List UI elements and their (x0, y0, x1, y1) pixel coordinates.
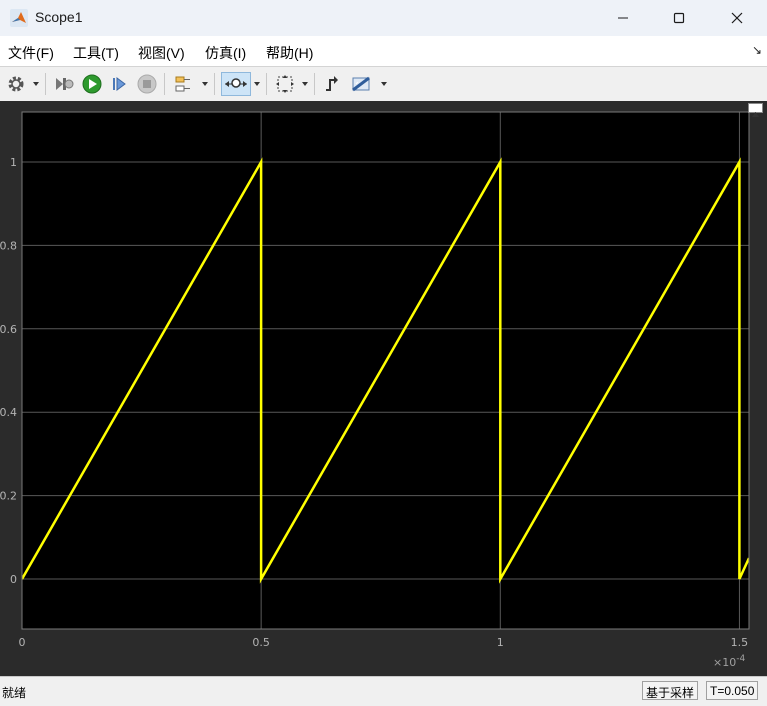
minimize-icon (618, 17, 628, 19)
y-tick-label: 0 (10, 573, 17, 586)
stop-button[interactable] (135, 72, 159, 96)
menu-simulation[interactable]: 仿真(I) (205, 43, 246, 63)
menu-file[interactable]: 文件(F) (8, 43, 54, 63)
stop-icon (137, 74, 157, 94)
x-tick-label: 1 (497, 636, 504, 649)
scope-display: 0 0.2 0.4 0.6 0.8 1 0 0.5 1 1.5 ×10-4 (0, 101, 767, 676)
y-tick-label: 0.8 (0, 239, 17, 252)
close-icon (731, 12, 743, 24)
fit-dropdown-icon[interactable] (302, 82, 308, 86)
toolbar-separator (214, 73, 215, 95)
matlab-logo-icon (10, 9, 28, 27)
y-tick-label: 0.6 (0, 323, 17, 336)
settings-icon (8, 76, 24, 92)
triggers-button[interactable] (321, 72, 345, 96)
y-tick-label: 1 (10, 156, 17, 169)
menu-help[interactable]: 帮助(H) (266, 43, 313, 63)
undock-icon (752, 112, 759, 117)
highlight-button[interactable] (172, 72, 196, 96)
triggers-icon (326, 76, 338, 91)
x-tick-label: 0.5 (252, 636, 270, 649)
toolbar-separator (164, 73, 165, 95)
toolbar-separator (266, 73, 267, 95)
toolbar (0, 66, 767, 102)
settings-button[interactable] (4, 72, 28, 96)
undock-button[interactable] (748, 103, 763, 117)
x-tick-label: 1.5 (731, 636, 749, 649)
measurements-button[interactable] (350, 72, 374, 96)
maximize-icon (673, 12, 685, 24)
x-tick-label: 0 (19, 636, 26, 649)
status-bar: 就绪 基于采样 T=0.050 (0, 676, 767, 706)
settings-dropdown-icon[interactable] (33, 82, 39, 86)
step-forward-icon (113, 77, 126, 91)
minimize-button[interactable] (600, 0, 646, 36)
menu-bar: 文件(F) 工具(T) 视图(V) 仿真(I) 帮助(H) ↘ (0, 36, 767, 66)
highlight-dropdown-icon[interactable] (202, 82, 208, 86)
sim-time: T=0.050 (706, 681, 759, 700)
sample-mode: 基于采样 (642, 681, 699, 700)
x-multiplier: ×10-4 (713, 654, 745, 669)
maximize-button[interactable] (656, 0, 702, 36)
menu-view[interactable]: 视图(V) (138, 43, 185, 63)
measurements-icon (352, 76, 370, 92)
menu-tools[interactable]: 工具(T) (73, 43, 119, 63)
measurements-dropdown-icon[interactable] (381, 82, 387, 86)
close-button[interactable] (714, 0, 760, 36)
step-forward-button[interactable] (107, 72, 131, 96)
toolbar-separator (45, 73, 46, 95)
zoom-icon (225, 78, 247, 88)
zoom-dropdown-icon[interactable] (254, 82, 260, 86)
dock-arrow-icon[interactable]: ↘ (752, 43, 762, 57)
y-tick-label: 0.2 (0, 490, 17, 503)
restore-icon (56, 78, 74, 90)
run-icon (82, 74, 102, 94)
zoom-button[interactable] (221, 72, 251, 96)
axes-background (22, 112, 749, 629)
toolbar-separator (314, 73, 315, 95)
fit-icon (276, 75, 294, 93)
window-title: Scope1 (35, 9, 83, 25)
run-button[interactable] (80, 72, 104, 96)
fit-button[interactable] (273, 72, 297, 96)
restore-button[interactable] (52, 72, 76, 96)
scope-plot[interactable]: 0 0.2 0.4 0.6 0.8 1 0 0.5 1 1.5 ×10-4 (0, 101, 767, 676)
status-text: 就绪 (2, 686, 27, 700)
highlight-icon (175, 76, 190, 92)
y-tick-label: 0.4 (0, 406, 17, 419)
title-bar: Scope1 (0, 0, 767, 36)
